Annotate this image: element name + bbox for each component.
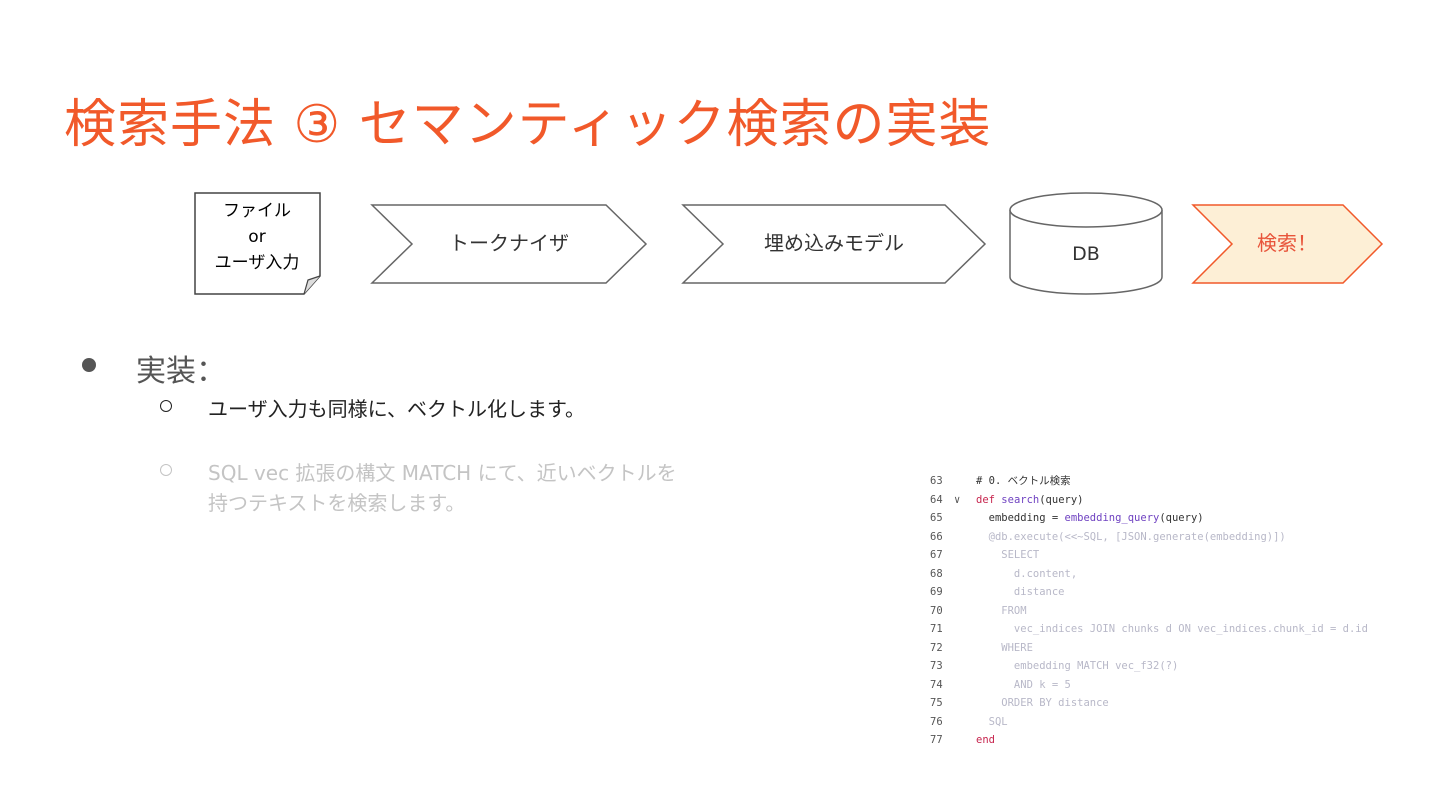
code-token: embedding MATCH vec_f32(?): [976, 660, 1179, 672]
line-number: 70: [930, 604, 943, 617]
line-number: 77: [930, 734, 943, 746]
line-number: 67: [930, 549, 943, 561]
code-token: SQL: [976, 715, 1008, 728]
bullet-dot: [82, 358, 96, 372]
code-line: 76 SQL: [920, 713, 1420, 732]
code-token: distance: [976, 586, 1065, 598]
code-line: 66 @db.execute(<<~SQL, [JSON.generate(em…: [920, 528, 1420, 547]
code-text: def search(query): [976, 491, 1084, 510]
code-line: 68 d.content,: [920, 565, 1420, 584]
code-line: 73 embedding MATCH vec_f32(?): [920, 657, 1420, 676]
sub-bullet-2-line-1: SQL vec 拡張の構文 MATCH にて、近いベクトルを: [208, 461, 677, 485]
code-token: AND k = 5: [976, 678, 1071, 691]
line-number: 74: [930, 678, 943, 691]
code-token: SELECT: [976, 549, 1040, 561]
code-text: embedding = embedding_query(query): [976, 509, 1204, 528]
line-number: 64: [930, 493, 943, 506]
code-token: def: [976, 493, 1002, 506]
code-text: SQL: [976, 713, 1008, 732]
sub-bullet-2-line-2: 持つテキストを検索します。: [208, 491, 466, 515]
code-token: embedding_query: [1064, 512, 1160, 524]
code-line: 71 vec_indices JOIN chunks d ON vec_indi…: [920, 620, 1420, 639]
line-number: 73: [930, 660, 943, 672]
sub-bullet-2-text-wrap: SQL vec 拡張の構文 MATCH にて、近いベクトルを 持つテキストを検索…: [208, 458, 677, 518]
code-token: d.content,: [976, 567, 1078, 580]
code-token: end: [976, 734, 995, 746]
code-line: 75 ORDER BY distance: [920, 694, 1420, 713]
code-line: 70 FROM: [920, 602, 1420, 621]
line-number: 76: [930, 715, 943, 728]
code-token: ORDER BY distance: [976, 697, 1109, 709]
code-token: search: [1001, 493, 1040, 506]
line-number: 75: [930, 697, 943, 709]
line-number: 68: [930, 567, 943, 580]
code-token: (query): [1159, 512, 1204, 524]
code-text: end: [976, 731, 995, 750]
code-text: # 0. ベクトル検索: [976, 472, 1071, 491]
code-line: 65 embedding = embedding_query(query): [920, 509, 1420, 528]
code-text: embedding MATCH vec_f32(?): [976, 657, 1178, 676]
code-token: FROM: [976, 604, 1027, 617]
code-token: vec_indices JOIN chunks d ON vec_indices…: [976, 623, 1368, 635]
line-number: 65: [930, 512, 943, 524]
code-line: 63 # 0. ベクトル検索: [920, 472, 1420, 491]
code-line: 72 WHERE: [920, 639, 1420, 658]
line-number: 69: [930, 586, 943, 598]
sub-bullet-circle: [160, 464, 172, 476]
code-line: 69 distance: [920, 583, 1420, 602]
line-number: 66: [930, 530, 943, 543]
code-token: @db.execute(<<~SQL, [JSON.generate(embed…: [976, 530, 1286, 543]
line-number: 71: [930, 623, 943, 635]
code-text: FROM: [976, 602, 1027, 621]
fold-chevron-icon[interactable]: ∨: [954, 491, 960, 510]
sub-bullet-circle: [160, 400, 172, 412]
code-line: 74 AND k = 5: [920, 676, 1420, 695]
bullet-main-text: 実装：: [136, 354, 226, 389]
code-text: d.content,: [976, 565, 1077, 584]
code-line: 64 ∨ def search(query): [920, 491, 1420, 510]
code-text: AND k = 5: [976, 676, 1071, 695]
code-token: embedding =: [976, 512, 1065, 524]
code-text: vec_indices JOIN chunks d ON vec_indices…: [976, 620, 1368, 639]
code-line: 77 end: [920, 731, 1420, 750]
code-token: WHERE: [976, 641, 1033, 654]
sub-bullet-1-text: ユーザ入力も同様に、ベクトル化します。: [208, 397, 585, 421]
line-number: 72: [930, 641, 943, 654]
code-snippet: 63 # 0. ベクトル検索 64 ∨ def search(query) 65 embe…: [920, 472, 1420, 750]
code-text: SELECT: [976, 546, 1039, 565]
code-token: (query): [1039, 493, 1084, 506]
code-text: WHERE: [976, 639, 1033, 658]
code-text: ORDER BY distance: [976, 694, 1109, 713]
line-number: 63: [930, 475, 943, 487]
code-token: # 0. ベクトル検索: [976, 475, 1071, 487]
code-text: @db.execute(<<~SQL, [JSON.generate(embed…: [976, 528, 1286, 547]
code-text: distance: [976, 583, 1065, 602]
code-line: 67 SELECT: [920, 546, 1420, 565]
